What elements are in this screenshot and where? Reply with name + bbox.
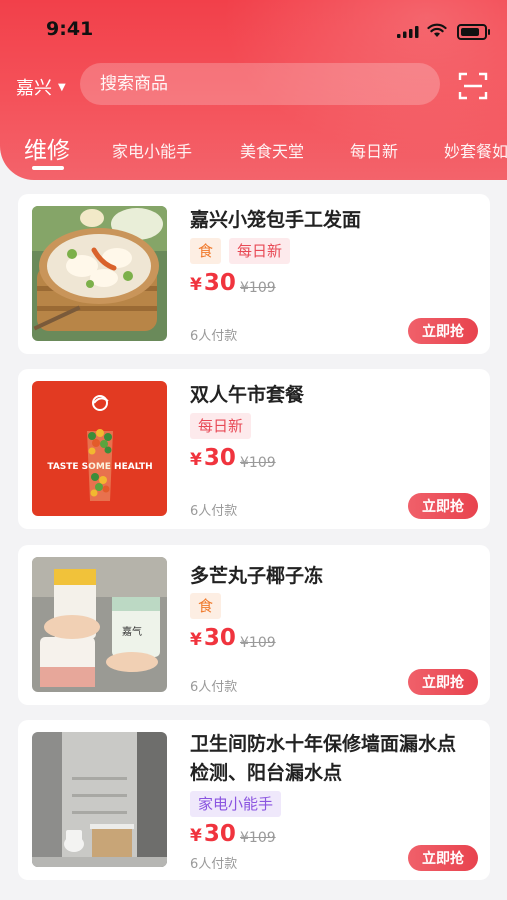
tag-daily-new: 每日新 [229,238,291,264]
product-image: TASTE SOME HEALTH [32,381,167,516]
product-price: ¥30 [190,445,236,471]
status-time: 9:41 [46,18,94,40]
product-card[interactable]: 卫生间防水十年保修墙面漏水点 检测、阳台漏水点 家电小能手 ¥30 ¥109 6… [18,720,490,880]
product-tags: 家电小能手 [190,791,282,817]
price-value: 30 [203,821,236,847]
signal-icon [397,26,419,38]
price-value: 30 [203,625,236,651]
caret-down-icon: ▼ [58,81,66,93]
price-value: 30 [203,270,236,296]
product-title: 嘉兴小笼包手工发面 [190,209,362,231]
buy-now-button[interactable]: 立即抢 [408,669,478,695]
buy-now-button[interactable]: 立即抢 [408,318,478,344]
product-image: 嘉气 [32,557,167,692]
paid-count: 6人付款 [190,680,238,695]
product-title-line-1: 卫生间防水十年保修墙面漏水点 [190,733,457,755]
currency-symbol: ¥ [190,275,202,295]
product-image [32,206,167,341]
tab-combo[interactable]: 妙套餐如 [444,138,507,162]
tag-food: 食 [190,238,222,264]
product-title: 多芒丸子椰子冻 [190,565,324,587]
product-tags: 每日新 [190,413,252,439]
search-bar[interactable] [80,63,440,105]
product-card[interactable]: TASTE SOME HEALTH 双人午市套餐 每日新 ¥30 ¥109 6人… [18,369,490,529]
product-title: 双人午市套餐 [190,384,305,406]
currency-symbol: ¥ [190,826,202,846]
buy-now-button[interactable]: 立即抢 [408,845,478,871]
tab-food[interactable]: 美食天堂 [240,138,304,162]
tab-repair[interactable]: 维修 [24,131,70,165]
product-tags: 食 [190,593,222,619]
wifi-icon [427,23,447,37]
product-price: ¥30 [190,270,236,296]
original-price: ¥109 [240,635,276,651]
tag-appliance: 家电小能手 [190,791,282,817]
original-price: ¥109 [240,455,276,471]
product-tags: 食 每日新 [190,238,291,264]
original-price: ¥109 [240,830,276,846]
scan-icon[interactable] [458,71,488,101]
product-price: ¥30 [190,821,236,847]
city-selector[interactable]: 嘉兴 ▼ [16,74,66,100]
product-image [32,732,167,867]
city-label: 嘉兴 [16,78,52,99]
product-card[interactable]: 嘉兴小笼包手工发面 食 每日新 ¥30 ¥109 6人付款 立即抢 [18,194,490,354]
price-value: 30 [203,445,236,471]
product-title: 卫生间防水十年保修墙面漏水点 检测、阳台漏水点 [190,730,480,788]
buy-now-button[interactable]: 立即抢 [408,493,478,519]
tag-food: 食 [190,593,222,619]
paid-count: 6人付款 [190,857,238,872]
product-title-line-2: 检测、阳台漏水点 [190,762,343,784]
currency-symbol: ¥ [190,630,202,650]
category-tabs: 维修 家电小能手 美食天堂 每日新 妙套餐如 [0,128,507,178]
tab-active-indicator [32,166,64,170]
original-price: ¥109 [240,280,276,296]
paid-count: 6人付款 [190,329,238,344]
svg-text:嘉气: 嘉气 [122,625,142,638]
currency-symbol: ¥ [190,450,202,470]
search-input[interactable] [98,73,422,95]
paid-count: 6人付款 [190,504,238,519]
tab-appliance[interactable]: 家电小能手 [112,138,192,162]
product-card[interactable]: 嘉气 多芒丸子椰子冻 食 ¥30 ¥109 6人付款 立即抢 [18,545,490,705]
battery-icon [457,24,490,40]
tag-daily-new: 每日新 [190,413,252,439]
status-bar: 9:41 [0,0,507,60]
tab-daily-new[interactable]: 每日新 [350,138,398,162]
product-price: ¥30 [190,625,236,651]
